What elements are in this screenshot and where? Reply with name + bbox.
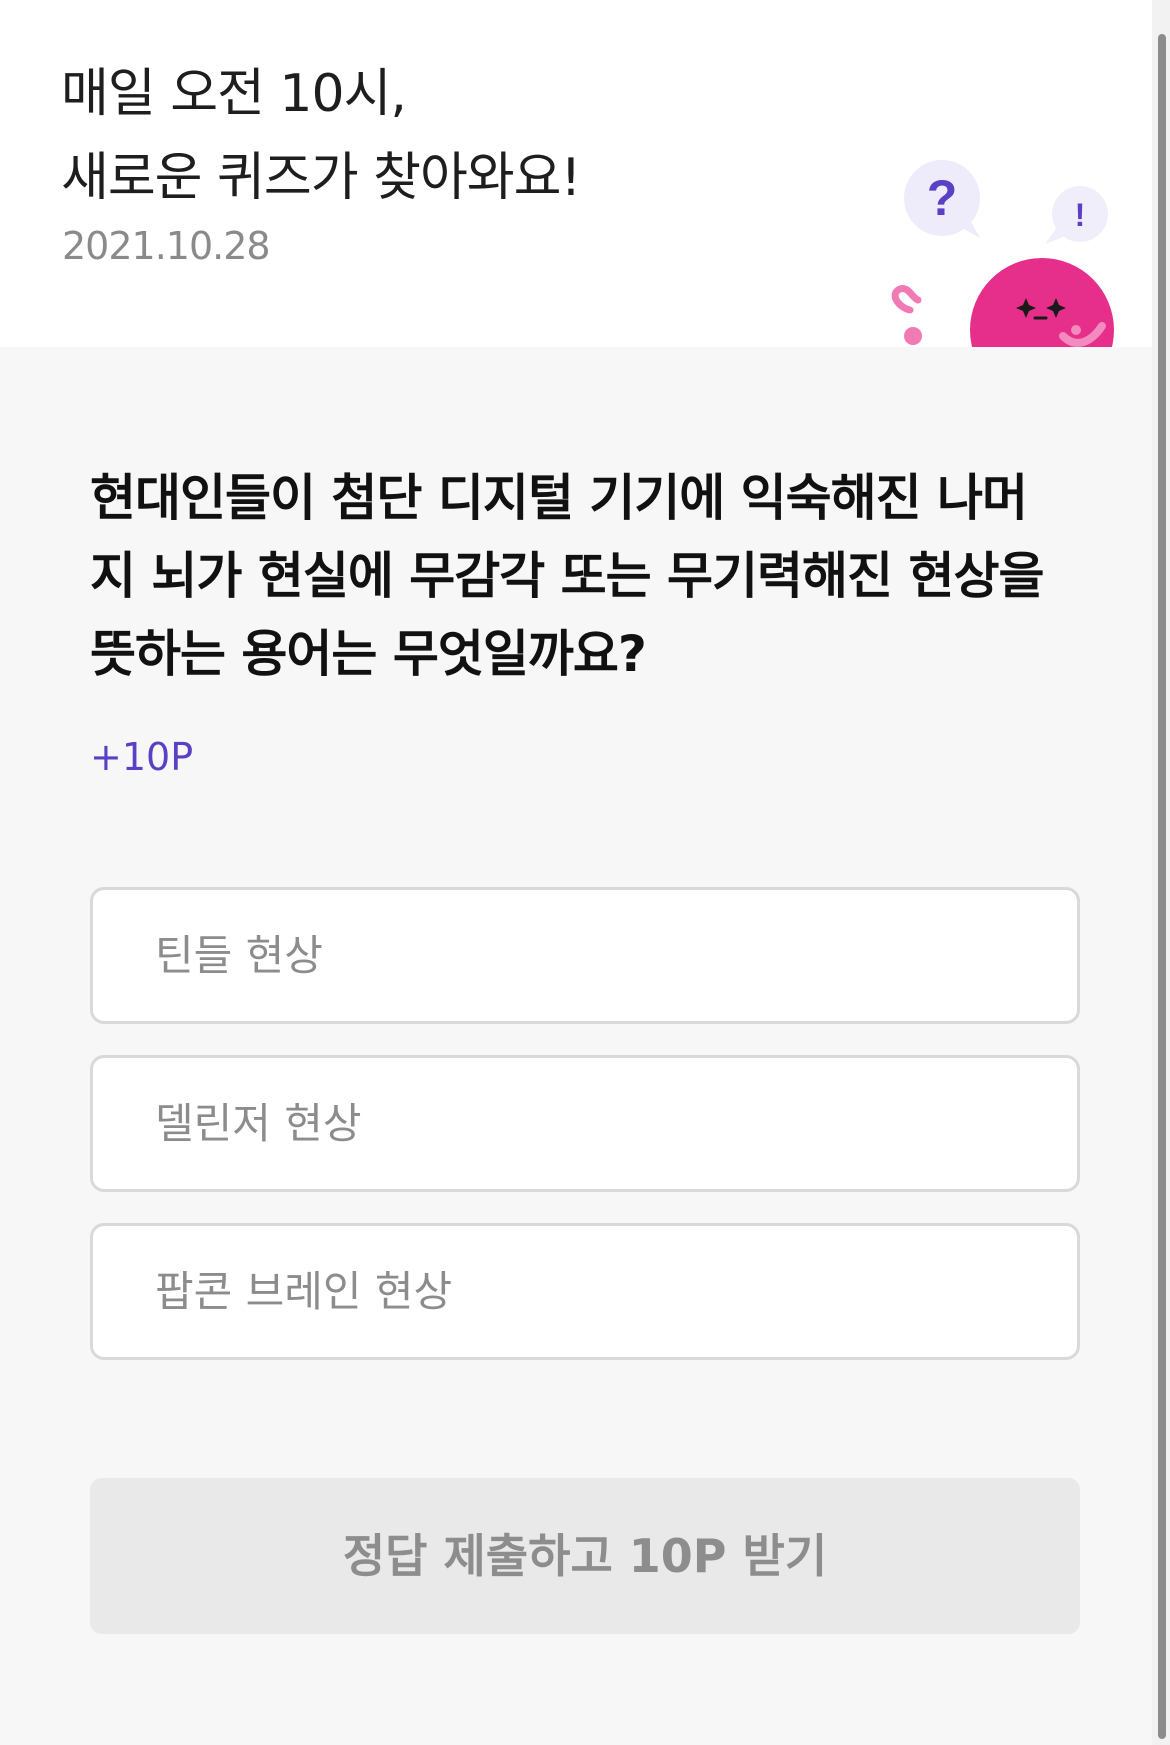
scrollbar-thumb[interactable]	[1158, 34, 1166, 1739]
headline-line-2: 새로운 퀴즈가 찾아와요!	[61, 148, 581, 208]
quiz-header: 매일 오전 10시, 새로운 퀴즈가 찾아와요! 2021.10.28 ? !	[0, 0, 1152, 347]
quiz-question: 현대인들이 첨단 디지털 기기에 익숙해진 나머 지 뇌가 현실에 무감각 또는…	[90, 459, 1070, 693]
answer-option-label: 틴들 현상	[155, 931, 323, 980]
question-line-3: 뜻하는 용어는 무엇일까요?	[90, 625, 647, 683]
exclamation-mark: !	[1075, 197, 1086, 233]
submit-answer-button[interactable]: 정답 제출하고 10P 받기	[90, 1478, 1080, 1634]
question-line-2: 지 뇌가 현실에 무감각 또는 무기력해진 현상을	[90, 547, 1044, 605]
quiz-content: 현대인들이 첨단 디지털 기기에 익숙해진 나머 지 뇌가 현실에 무감각 또는…	[0, 347, 1152, 1745]
quiz-date: 2021.10.28	[62, 224, 271, 268]
headline-line-1: 매일 오전 10시,	[61, 64, 407, 124]
mascot-character-icon	[891, 258, 1114, 347]
answer-option-1[interactable]: 틴들 현상	[90, 887, 1080, 1024]
exclamation-bubble-icon: !	[1045, 186, 1108, 244]
answer-option-2[interactable]: 델린저 현상	[90, 1055, 1080, 1192]
page-title: 매일 오전 10시, 새로운 퀴즈가 찾아와요!	[61, 52, 581, 220]
reward-points: +10P	[90, 735, 194, 779]
scrollbar[interactable]	[1152, 0, 1170, 1745]
question-mark: ?	[927, 170, 958, 226]
question-line-1: 현대인들이 첨단 디지털 기기에 익숙해진 나머	[90, 469, 1028, 527]
mascot-illustration: ? !	[891, 160, 1114, 347]
answer-option-3[interactable]: 팝콘 브레인 현상	[90, 1223, 1080, 1360]
question-bubble-icon: ?	[904, 160, 980, 238]
quiz-page: 매일 오전 10시, 새로운 퀴즈가 찾아와요! 2021.10.28 ? !	[0, 0, 1170, 1745]
answer-option-label: 델린저 현상	[155, 1099, 362, 1148]
answer-option-label: 팝콘 브레인 현상	[155, 1267, 453, 1316]
